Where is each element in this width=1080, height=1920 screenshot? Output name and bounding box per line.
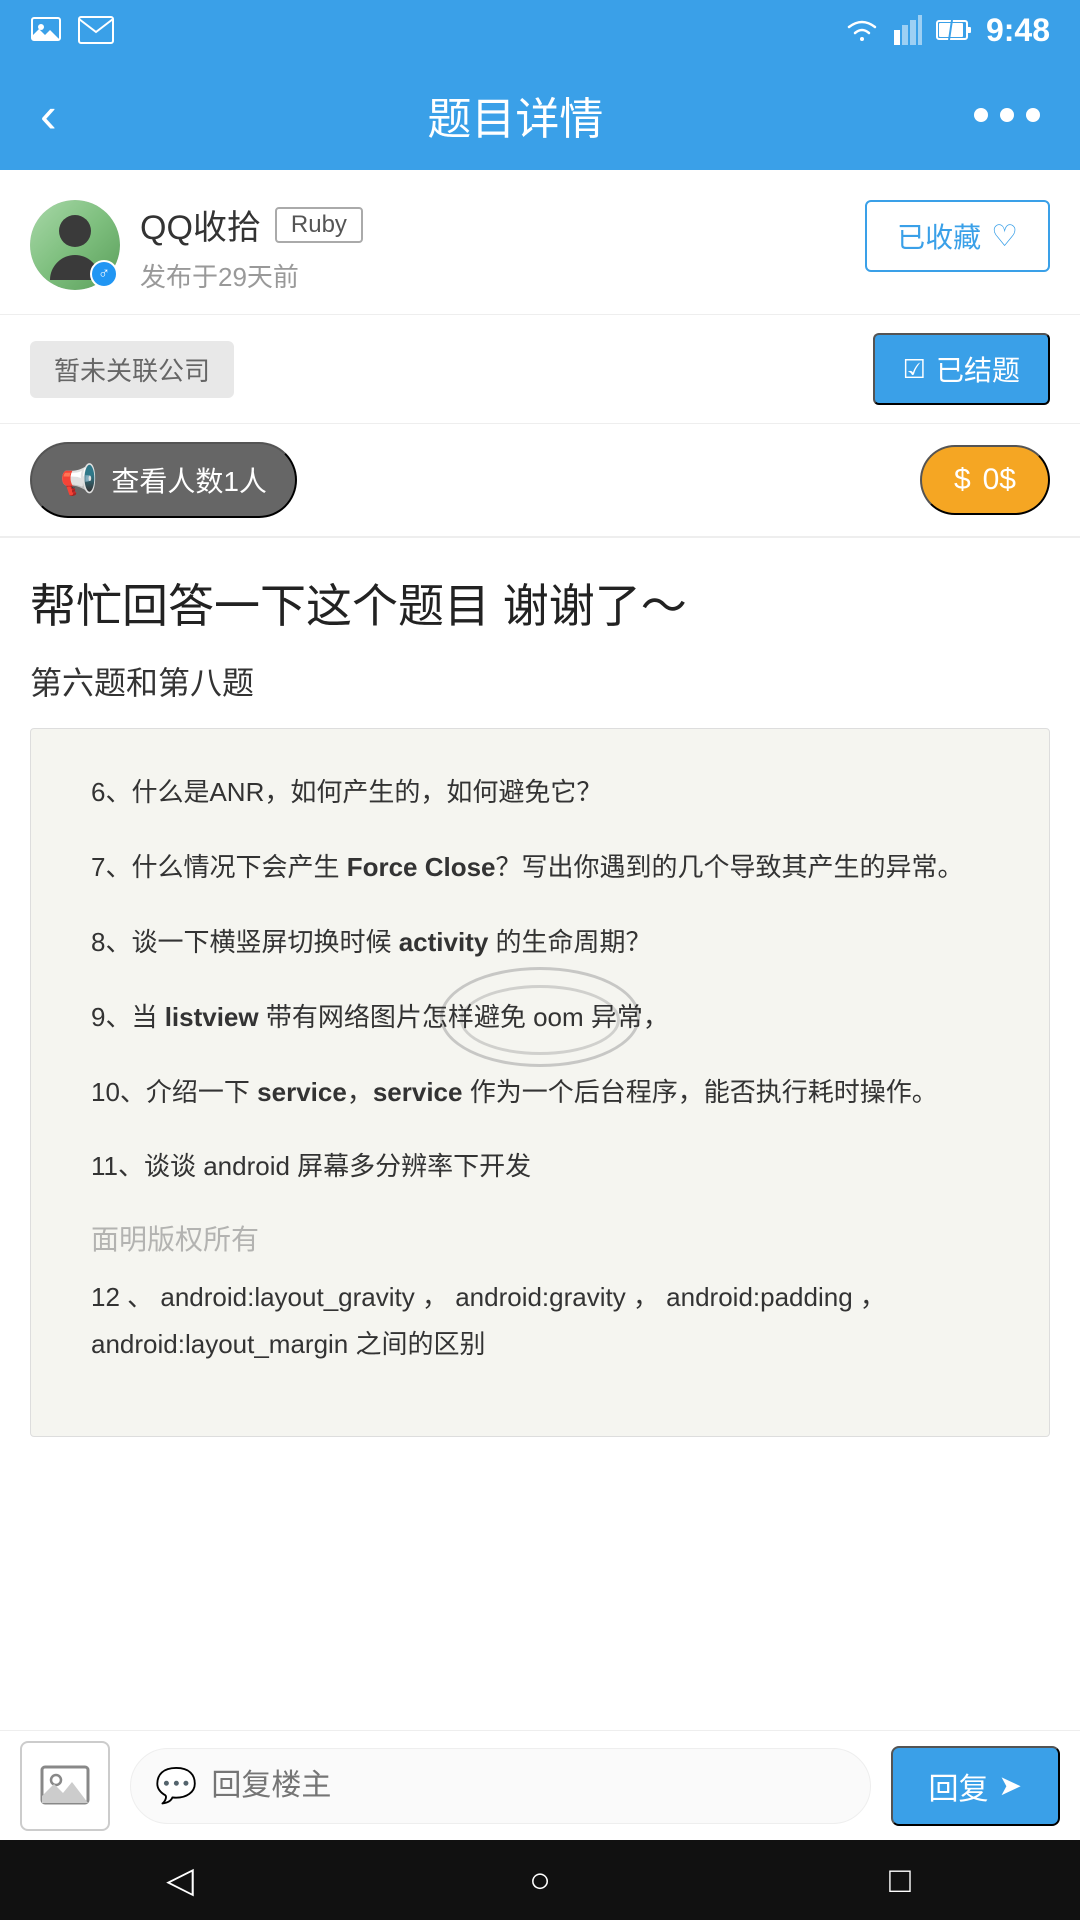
coin-icon: $ (954, 463, 971, 497)
send-icon: ➤ (999, 1769, 1022, 1802)
status-bar-right: 9:48 (844, 12, 1050, 49)
exam-q12: 12 、 android:layout_gravity ， android:gr… (91, 1274, 989, 1368)
bottom-bar: 💬 回复 ➤ (0, 1730, 1080, 1840)
collect-button[interactable]: 已收藏 ♡ (865, 200, 1050, 272)
battery-icon (936, 18, 972, 42)
nav-home-button[interactable]: ○ (500, 1840, 580, 1920)
exam-q10: 10、介绍一下 service，service 作为一个后台程序，能否执行耗时操… (91, 1069, 989, 1116)
top-nav: ‹ 题目详情 (0, 60, 1080, 170)
content-section: 帮忙回答一下这个题目 谢谢了～ 第六题和第八题 6、什么是ANR，如何产生的，如… (0, 538, 1080, 1457)
reward-button[interactable]: $ 0$ (920, 445, 1050, 515)
reply-button[interactable]: 回复 ➤ (891, 1746, 1060, 1826)
user-section: ♂ QQ收拾 Ruby 发布于29天前 已收藏 ♡ (0, 170, 1080, 315)
more-button[interactable] (974, 108, 1040, 122)
attach-image-button[interactable] (20, 1741, 110, 1831)
user-name-row: QQ收拾 Ruby (140, 200, 363, 249)
watermark-text: 面明版权所有 (91, 1218, 989, 1258)
resolved-button[interactable]: ☑ 已结题 (873, 333, 1050, 405)
check-icon: ☑ (903, 354, 926, 385)
tags-row: 暂未关联公司 ☑ 已结题 (0, 315, 1080, 424)
time-display: 9:48 (986, 12, 1050, 49)
speaker-icon: 📢 (60, 463, 97, 498)
exam-image: 6、什么是ANR，如何产生的，如何避免它？ 7、什么情况下会产生 Force C… (30, 728, 1050, 1436)
status-bar: 9:48 (0, 0, 1080, 60)
page-title: 题目详情 (427, 83, 603, 147)
reply-label: 回复 (929, 1764, 989, 1808)
more-dot-1 (974, 108, 988, 122)
exam-q8: 8、谈一下横竖屏切换时候 activity 的生命周期？ (91, 919, 989, 966)
user-info: QQ收拾 Ruby 发布于29天前 (140, 200, 363, 294)
username: QQ收拾 (140, 200, 261, 249)
views-row: 📢 查看人数1人 $ 0$ (0, 424, 1080, 538)
more-dot-2 (1000, 108, 1014, 122)
user-tag: Ruby (275, 207, 363, 243)
nav-bar: ◁ ○ □ (0, 1840, 1080, 1920)
signal-icon (894, 15, 922, 45)
heart-icon: ♡ (991, 219, 1018, 254)
views-label: 查看人数1人 (111, 460, 267, 500)
exam-q11: 11、谈谈 android 屏幕多分辨率下开发 (91, 1143, 989, 1190)
exam-q7: 7、什么情况下会产生 Force Close？写出你遇到的几个导致其产生的异常。 (91, 844, 989, 891)
status-bar-left (30, 14, 114, 46)
photo-icon (30, 14, 62, 46)
more-dot-3 (1026, 108, 1040, 122)
user-left: ♂ QQ收拾 Ruby 发布于29天前 (30, 200, 363, 294)
exam-q6: 6、什么是ANR，如何产生的，如何避免它？ (91, 769, 989, 816)
resolved-label: 已结题 (936, 349, 1020, 389)
back-button[interactable]: ‹ (40, 90, 57, 140)
avatar-badge: ♂ (90, 260, 118, 288)
image-attach-icon (39, 1760, 91, 1812)
nav-recents-button[interactable]: □ (860, 1840, 940, 1920)
reply-input-wrap: 💬 (130, 1748, 871, 1824)
content-subtitle: 第六题和第八题 (30, 658, 1050, 704)
collect-label: 已收藏 (897, 216, 981, 256)
mail-icon (78, 16, 114, 44)
avatar: ♂ (30, 200, 120, 290)
nav-back-button[interactable]: ◁ (140, 1840, 220, 1920)
exam-q9: 9、当 listview 带有网络图片怎样避免 oom 异常， (91, 994, 989, 1041)
reward-label: 0$ (983, 463, 1016, 497)
company-tag: 暂未关联公司 (30, 341, 234, 398)
wifi-icon (844, 15, 880, 45)
gender-icon: ♂ (98, 265, 110, 283)
content-title: 帮忙回答一下这个题目 谢谢了～ (30, 574, 1050, 638)
views-button[interactable]: 📢 查看人数1人 (30, 442, 297, 518)
post-time: 发布于29天前 (140, 257, 363, 294)
chat-bubble-icon: 💬 (155, 1766, 197, 1806)
reply-input[interactable] (211, 1769, 845, 1803)
